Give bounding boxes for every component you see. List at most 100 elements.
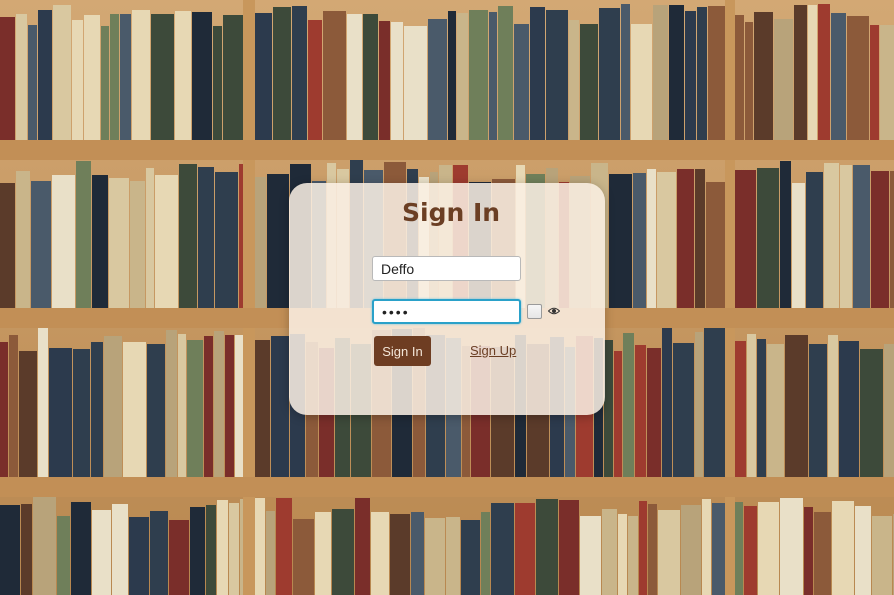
book-spine	[792, 183, 805, 308]
book-spine	[491, 503, 514, 595]
book-spine	[52, 175, 75, 308]
book-spine	[546, 10, 568, 140]
book-spine	[744, 506, 757, 595]
book-spine	[808, 5, 817, 140]
book-spine	[569, 20, 579, 140]
book-spine	[631, 24, 652, 140]
book-spine	[609, 174, 632, 308]
page-title: Sign In	[402, 198, 501, 227]
book-spine	[146, 168, 154, 308]
book-spine	[695, 332, 703, 477]
book-spine	[704, 328, 727, 477]
book-spine	[84, 15, 100, 140]
book-spine	[28, 25, 37, 140]
book-spine	[767, 344, 784, 477]
book-spine	[623, 333, 634, 477]
book-spine	[21, 504, 32, 595]
book-spine	[695, 169, 705, 308]
book-spine	[213, 26, 222, 140]
book-spine	[839, 341, 859, 477]
book-spine	[831, 13, 846, 140]
book-spine	[155, 175, 178, 308]
book-spine	[635, 345, 646, 477]
book-spine	[33, 497, 56, 595]
book-spine	[73, 349, 90, 477]
book-spine	[190, 507, 205, 595]
book-spine	[178, 334, 186, 477]
book-spine	[390, 514, 410, 595]
book-spine	[38, 10, 52, 140]
book-spine	[112, 504, 128, 595]
book-spine	[530, 7, 545, 140]
book-spine	[890, 171, 894, 308]
book-spine	[347, 14, 362, 140]
book-spine	[614, 351, 622, 477]
book-spine	[130, 181, 145, 308]
book-spine	[639, 501, 647, 595]
book-spine	[673, 343, 694, 477]
book-spine	[871, 171, 889, 308]
book-spine	[31, 181, 51, 308]
book-spine	[685, 11, 696, 140]
book-spine	[225, 335, 234, 477]
book-spine	[757, 339, 766, 477]
book-spine	[229, 503, 239, 595]
eye-icon	[548, 307, 560, 315]
book-spine	[515, 503, 535, 595]
book-spine	[604, 340, 613, 477]
book-spine	[745, 22, 753, 140]
book-spine	[92, 175, 108, 308]
book-spine	[814, 512, 831, 595]
book-spine	[514, 24, 529, 140]
book-spine	[847, 16, 869, 140]
book-spine	[120, 14, 131, 140]
book-spine	[192, 12, 212, 140]
book-spine	[404, 26, 427, 140]
book-spine	[132, 10, 150, 140]
book-spine	[276, 498, 292, 595]
book-spine	[828, 335, 838, 477]
show-password-checkbox[interactable]	[527, 304, 542, 319]
book-spine	[273, 7, 291, 140]
book-spine	[411, 512, 424, 595]
book-spine	[323, 11, 346, 140]
book-spine	[101, 26, 109, 140]
book-spine	[49, 348, 72, 477]
book-spine	[91, 342, 103, 477]
book-spine	[855, 506, 871, 595]
username-field[interactable]	[372, 256, 521, 281]
book-spine	[806, 172, 823, 308]
book-spine	[706, 182, 726, 308]
book-spine	[16, 14, 27, 140]
book-spine	[315, 512, 331, 595]
book-spine	[166, 330, 177, 477]
signin-button[interactable]: Sign In	[374, 336, 431, 366]
book-spine	[147, 344, 165, 477]
book-spine	[175, 11, 191, 140]
book-spine	[658, 510, 680, 595]
book-spine	[580, 24, 598, 140]
book-spine	[293, 519, 314, 595]
book-spine	[198, 167, 214, 308]
signup-link[interactable]: Sign Up	[470, 343, 516, 358]
book-spine	[215, 172, 238, 308]
password-field[interactable]	[372, 299, 521, 324]
book-spine	[204, 336, 213, 477]
book-spine	[0, 183, 15, 308]
book-spine	[785, 335, 808, 477]
book-spine	[832, 501, 854, 595]
book-spine	[19, 351, 37, 477]
book-spine	[754, 12, 773, 140]
book-spine	[469, 10, 488, 140]
book-spine	[853, 165, 870, 308]
book-spine	[599, 8, 620, 140]
book-spine	[657, 172, 676, 308]
book-spine	[774, 19, 793, 140]
book-spine	[223, 15, 245, 140]
book-spine	[255, 340, 270, 477]
book-spine	[870, 25, 879, 140]
book-spine	[804, 507, 813, 595]
book-spine	[266, 511, 275, 595]
book-spine	[425, 518, 445, 595]
book-spine	[809, 344, 827, 477]
